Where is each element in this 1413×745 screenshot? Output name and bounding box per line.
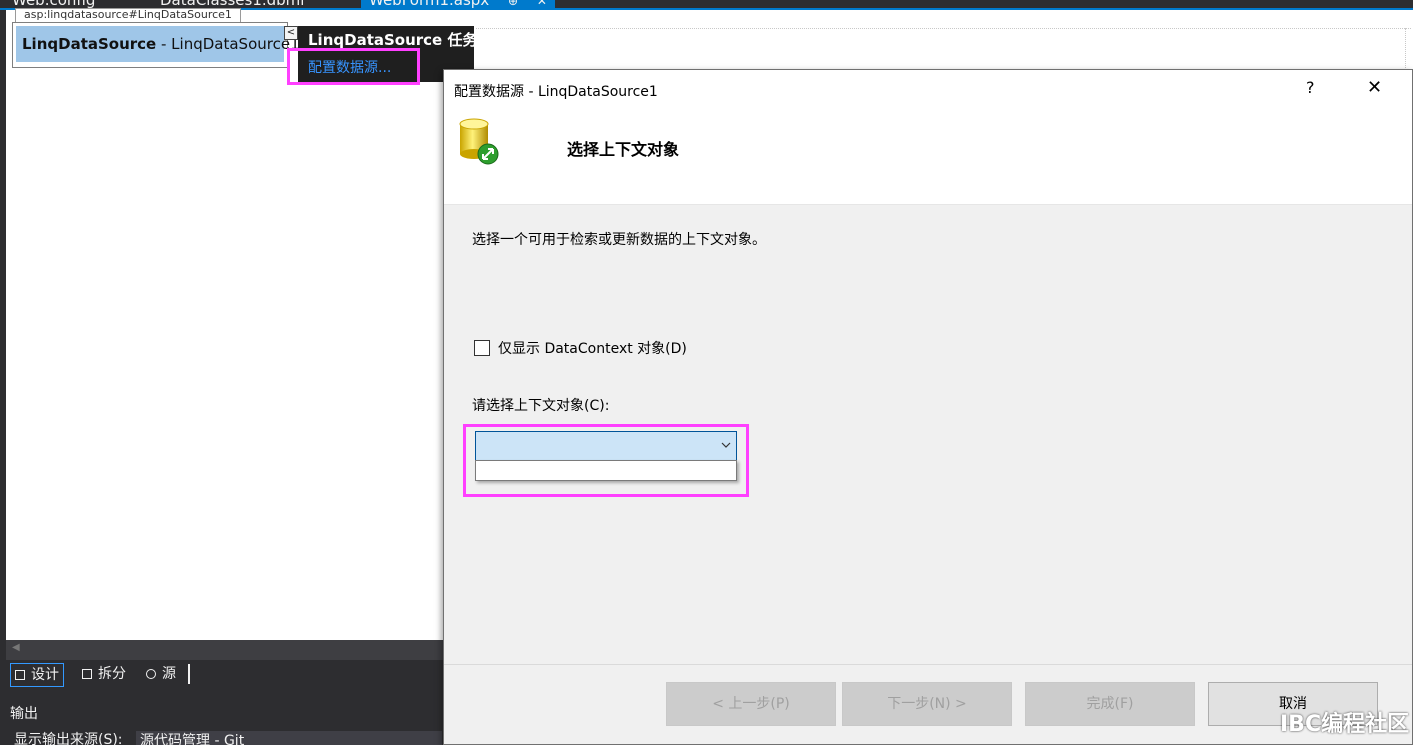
smart-tag-arrow-icon[interactable]: < (284, 26, 298, 40)
highlight-context-combobox (463, 424, 749, 497)
scroll-left-icon[interactable]: ◀ (12, 642, 20, 653)
datacontext-only-checkbox[interactable] (474, 340, 490, 356)
close-button[interactable]: ✕ (1367, 77, 1382, 98)
control-type: LinqDataSource (22, 35, 157, 53)
database-icon (459, 118, 499, 165)
view-tab-separator (188, 664, 190, 684)
footer-separator (444, 664, 1412, 665)
smart-tag-title: LinqDataSource 任务 (308, 31, 478, 49)
watermark: IBC编程社区 (1280, 712, 1410, 737)
linqdatasource-control-label: LinqDataSource - LinqDataSource1 (16, 26, 300, 62)
pin-tab-icon[interactable]: ⊕ (508, 0, 518, 8)
dialog-titlebar: 配置数据源 - LinqDataSource1 ? ✕ (444, 70, 1412, 110)
datacontext-only-label[interactable]: 仅显示 DataContext 对象(D) (498, 338, 687, 358)
source-view-icon (146, 669, 156, 679)
previous-button[interactable]: < 上一步(P) (666, 682, 836, 726)
tab-split-label: 拆分 (98, 666, 126, 682)
tab-design-label: 设计 (31, 667, 59, 683)
dialog-description: 选择一个可用于检索或更新数据的上下文对象。 (472, 232, 766, 248)
configure-data-source-dialog: 配置数据源 - LinqDataSource1 ? ✕ 选择上下文对象 选择一个… (443, 69, 1413, 745)
tab-split[interactable]: 拆分 (78, 663, 130, 687)
tab-source-label: 源 (162, 666, 176, 682)
linqdatasource-control[interactable]: LinqDataSource - LinqDataSource1 (12, 22, 300, 68)
tab-design[interactable]: 设计 (10, 663, 64, 687)
tab-source[interactable]: 源 (142, 663, 180, 687)
highlight-configure-link (287, 48, 420, 85)
dialog-heading: 选择上下文对象 (567, 140, 680, 159)
context-object-label: 请选择上下文对象(C): (472, 398, 610, 414)
control-tag-label: asp:linqdatasource#LinqDataSource1 (15, 8, 241, 22)
finish-button[interactable]: 完成(F) (1025, 682, 1195, 726)
dialog-title: 配置数据源 - LinqDataSource1 (454, 84, 658, 100)
output-source-select[interactable]: 源代码管理 - Git (136, 731, 442, 745)
control-id: - LinqDataSource1 (156, 35, 300, 53)
design-view-icon (15, 670, 25, 680)
dotted-guide (476, 28, 1411, 72)
next-button[interactable]: 下一步(N) > (842, 682, 1012, 726)
close-tab-icon[interactable]: ✕ (537, 0, 547, 8)
help-button[interactable]: ? (1306, 78, 1315, 97)
split-view-icon (82, 669, 92, 679)
dialog-header: 选择上下文对象 (444, 110, 1412, 205)
